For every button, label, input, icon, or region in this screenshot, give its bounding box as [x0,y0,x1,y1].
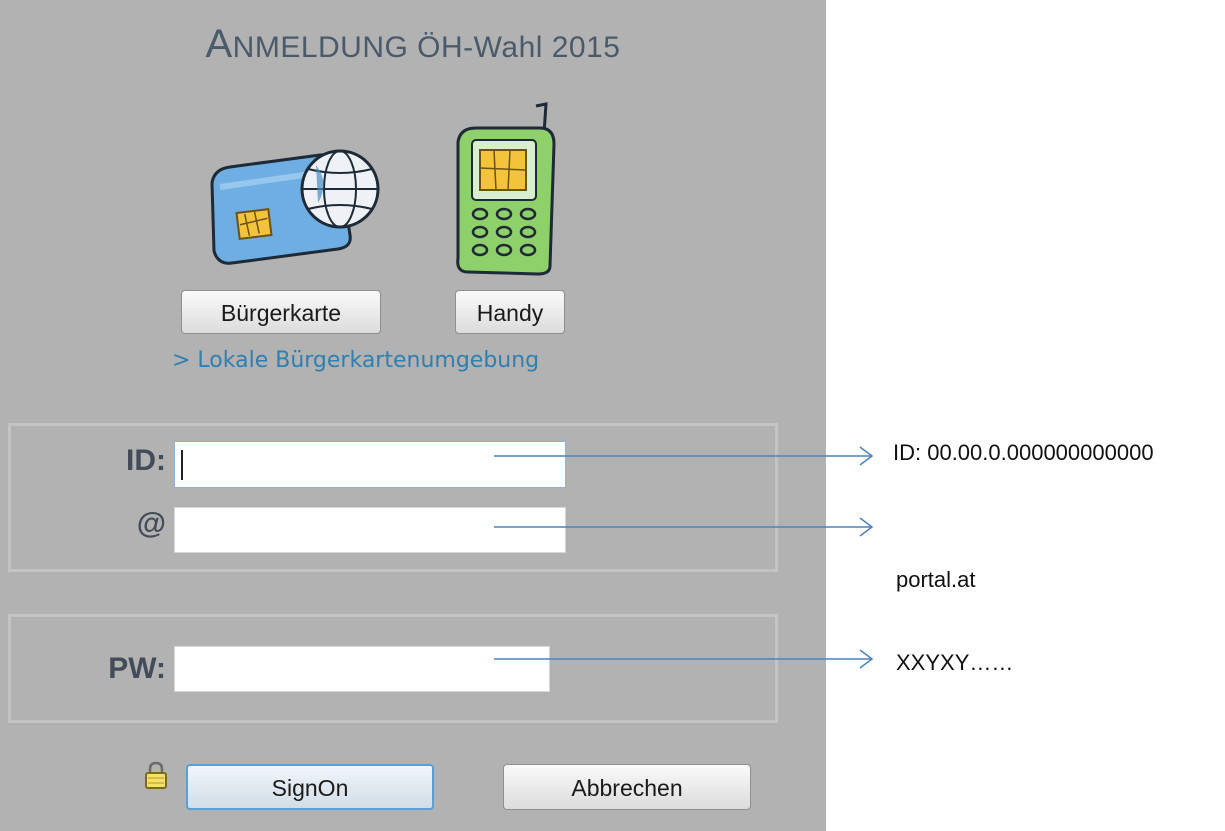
abbrechen-button[interactable]: Abbrechen [503,764,751,810]
text-cursor [181,450,183,480]
lokale-buergerkartenumgebung-link[interactable]: > Lokale Bürgerkartenumgebung [172,348,539,373]
handy-phone-icon[interactable] [450,98,560,276]
title-initial: A [205,22,233,66]
password-input[interactable] [174,646,550,692]
annotation-id-text: ID: 00.00.0.000000000000 [893,440,1154,465]
title-rest: NMELDUNG ÖH-Wahl 2015 [232,31,621,64]
buergerkarte-card-globe-icon[interactable] [190,143,390,271]
domain-input[interactable] [174,507,566,553]
page-title: ANMELDUNG ÖH-Wahl 2015 [0,22,826,67]
password-label: PW: [108,652,166,685]
signon-button[interactable]: SignOn [186,764,434,810]
handy-button[interactable]: Handy [455,290,565,334]
lock-icon [145,761,167,789]
annotation-password-text: XXYXY…… [896,650,1014,675]
domain-at-label: @ [136,507,166,540]
login-panel: ANMELDUNG ÖH-Wahl 2015 Bürgerkarte Handy… [0,0,826,831]
id-label: ID: [126,444,166,477]
buergerkarte-button[interactable]: Bürgerkarte [181,290,381,334]
id-input[interactable] [174,441,566,488]
annotation-domain-text: portal.at [896,567,976,592]
